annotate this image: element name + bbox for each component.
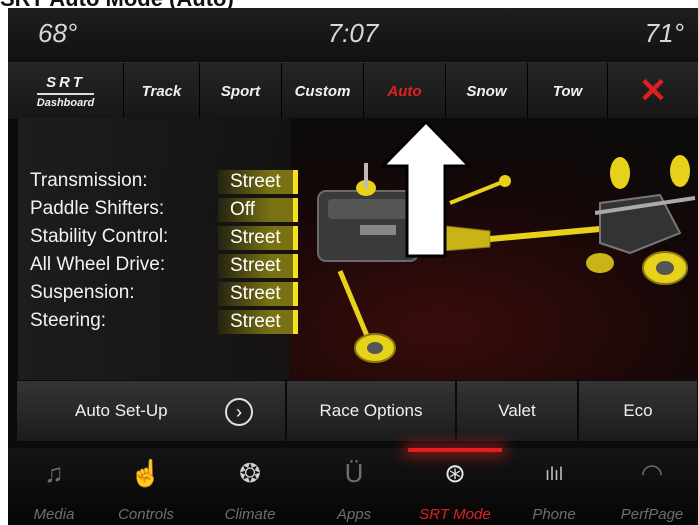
setting-label: Steering: <box>30 310 107 331</box>
active-indicator <box>408 448 502 452</box>
eco-button[interactable]: Eco <box>578 380 698 442</box>
valet-button[interactable]: Valet <box>456 380 578 442</box>
drivetrain-illustration <box>317 155 696 363</box>
tab-snow[interactable]: Snow <box>446 63 528 119</box>
mode-tabs: SRT Dashboard Track Sport Custom Auto Sn… <box>8 62 698 119</box>
bottom-dock: ♫ Media ☝ Controls ❂ Climate Ü Apps ⊛ SR… <box>8 448 698 525</box>
srt-logo: SRT <box>46 73 85 91</box>
setting-label: Stability Control: <box>30 226 169 247</box>
dock-label: Media <box>33 506 75 523</box>
setting-label: Suspension: <box>30 282 135 303</box>
dock-apps[interactable]: Ü Apps <box>308 448 400 525</box>
controls-hand-icon: ☝ <box>129 458 163 488</box>
setting-value: Street <box>218 310 298 334</box>
music-note-icon: ♫ <box>44 458 64 488</box>
dock-srt-mode[interactable]: ⊛ SRT Mode <box>408 448 502 525</box>
dock-label: Controls <box>118 506 174 523</box>
dock-label: Phone <box>532 506 576 523</box>
setting-label: All Wheel Drive: <box>30 254 166 275</box>
setting-row-transmission[interactable]: Transmission: Street <box>30 170 298 196</box>
tab-track[interactable]: Track <box>124 63 200 119</box>
chevron-right-icon[interactable]: › <box>225 398 253 426</box>
clock: 7:07 <box>327 18 379 48</box>
selected-mode-arrow-icon <box>381 120 471 258</box>
dock-perfpage[interactable]: ◠ PerfPage <box>606 448 698 525</box>
setting-value: Off <box>218 198 298 222</box>
setting-label: Paddle Shifters: <box>30 198 165 219</box>
tab-sport[interactable]: Sport <box>200 63 282 119</box>
climate-fan-icon: ❂ <box>239 458 261 488</box>
setting-value: Street <box>218 170 298 194</box>
apps-icon: Ü <box>344 458 364 488</box>
phone-signal-icon: ılıl <box>545 464 563 484</box>
tab-srt-dashboard[interactable]: SRT Dashboard <box>8 63 124 119</box>
auto-setup-button[interactable]: Auto Set-Up › <box>16 380 286 442</box>
action-bar: Auto Set-Up › Race Options Valet Eco <box>16 380 698 442</box>
settings-list: Transmission: Street Paddle Shifters: Of… <box>18 118 298 380</box>
mode-detail-panel: Transmission: Street Paddle Shifters: Of… <box>18 118 698 380</box>
dock-climate[interactable]: ❂ Climate <box>204 448 296 525</box>
setting-row-stability-control[interactable]: Stability Control: Street <box>30 226 298 252</box>
setting-value: Street <box>218 254 298 278</box>
dashboard-label: Dashboard <box>36 92 95 109</box>
setting-value: Street <box>218 226 298 250</box>
dock-label: SRT Mode <box>419 506 491 523</box>
dock-label: Climate <box>224 506 276 523</box>
setting-row-paddle-shifters[interactable]: Paddle Shifters: Off <box>30 198 298 224</box>
steering-wheel-icon: ⊛ <box>444 458 466 488</box>
gauge-icon: ◠ <box>640 458 664 488</box>
tab-auto[interactable]: Auto <box>364 63 446 119</box>
dock-label: Apps <box>336 506 372 523</box>
setting-value: Street <box>218 282 298 306</box>
race-options-button[interactable]: Race Options <box>286 380 456 442</box>
dock-label: PerfPage <box>620 506 684 523</box>
close-button[interactable]: ✕ <box>608 63 698 119</box>
setting-row-all-wheel-drive[interactable]: All Wheel Drive: Street <box>30 254 298 280</box>
caption: SRT Auto Mode (Auto) <box>0 0 234 11</box>
tab-custom[interactable]: Custom <box>282 63 364 119</box>
setting-label: Transmission: <box>30 170 148 191</box>
tab-tow[interactable]: Tow <box>528 63 608 119</box>
status-bar: 68° 7:07 71° <box>8 8 698 62</box>
auto-setup-label: Auto Set-Up <box>75 401 168 420</box>
setting-row-suspension[interactable]: Suspension: Street <box>30 282 298 308</box>
dock-media[interactable]: ♫ Media <box>8 448 100 525</box>
setting-row-steering[interactable]: Steering: Street <box>30 310 298 336</box>
infotainment-screen: 68° 7:07 71° SRT Dashboard Track Sport C… <box>8 8 698 525</box>
dock-controls[interactable]: ☝ Controls <box>100 448 192 525</box>
outside-temp-right: 71° <box>644 18 684 48</box>
dock-phone[interactable]: ılıl Phone <box>508 448 600 525</box>
